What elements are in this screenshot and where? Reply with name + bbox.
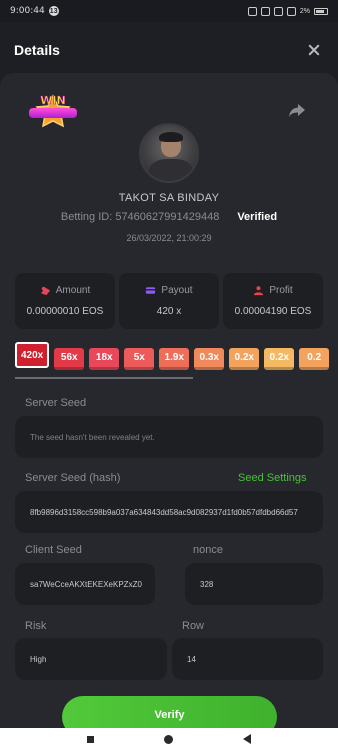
payout-card: Payout 420 x — [119, 273, 219, 329]
multiplier-strip: 420x 56x 18x 5x 1.9x 0.3x 0.2x 0.2x 0.2 — [15, 342, 338, 376]
multiplier-track — [15, 377, 193, 379]
amount-value: 0.00000010 EOS — [26, 306, 104, 317]
status-time: 9:00:44 — [10, 6, 45, 16]
risk-field[interactable]: High — [15, 638, 167, 680]
multiplier-chip: 420x — [15, 342, 50, 368]
client-seed-label: Client Seed — [25, 544, 82, 556]
seed-settings-link[interactable]: Seed Settings — [238, 472, 307, 484]
status-bar: 9:00:44 13 2% — [0, 0, 338, 22]
amount-card: Amount 0.00000010 EOS — [15, 273, 115, 329]
recents-icon[interactable] — [87, 735, 94, 743]
multiplier-chip: 0.3x — [194, 348, 225, 370]
profit-icon — [254, 286, 264, 296]
notification-count-badge: 13 — [48, 6, 59, 16]
multiplier-chip: 1.9x — [159, 348, 190, 370]
payout-value: 420 x — [156, 306, 182, 317]
battery-percent: 2% — [299, 7, 310, 15]
server-seed-hash-field[interactable]: 8fb9896d3158cc598b9a037a634843dd58ac9d08… — [15, 491, 323, 533]
share-icon[interactable] — [288, 103, 306, 119]
profit-card: Profit 0.00004190 EOS — [223, 273, 323, 329]
betting-id: Betting ID: 57460627991429448 — [60, 211, 220, 223]
username: TAKOT SA BINDAY — [118, 192, 220, 204]
system-nav-bar — [0, 728, 338, 750]
mute-icon — [247, 6, 257, 16]
verified-label: Verified — [237, 211, 278, 223]
multiplier-chip: 18x — [89, 348, 120, 370]
nonce-field[interactable]: 328 — [185, 563, 323, 605]
risk-label: Risk — [25, 620, 47, 632]
coins-icon — [40, 286, 50, 296]
multiplier-chip: 56x — [54, 348, 85, 370]
nonce-label: nonce — [193, 544, 223, 556]
profit-value: 0.00004190 EOS — [234, 306, 312, 317]
wifi-icon — [273, 6, 283, 16]
battery-icon — [314, 7, 328, 15]
amount-label: Amount — [55, 285, 91, 296]
row-field[interactable]: 14 — [172, 638, 323, 680]
status-icons: 2% — [247, 6, 328, 16]
details-header: Details — [0, 30, 338, 70]
multiplier-chip: 0.2 — [299, 348, 330, 370]
row-label: Row — [182, 620, 205, 632]
server-seed-field[interactable]: The seed hasn't been revealed yet. — [15, 416, 323, 458]
payout-label: Payout — [161, 285, 193, 296]
win-badge-text: WIN — [40, 94, 65, 107]
avatar — [139, 123, 199, 183]
stats-row: Amount 0.00000010 EOS Payout 420 x Profi… — [15, 273, 323, 329]
card-icon — [146, 287, 156, 294]
win-badge-icon: WIN — [29, 94, 77, 128]
multiplier-chip: 0.2x — [264, 348, 295, 370]
back-icon[interactable] — [243, 734, 251, 744]
bet-date: 26/03/2022, 21:00:29 — [126, 233, 212, 243]
home-icon[interactable] — [164, 734, 173, 744]
page-title: Details — [14, 42, 60, 58]
profit-label: Profit — [269, 285, 293, 296]
multiplier-chip: 0.2x — [229, 348, 260, 370]
multiplier-chip: 5x — [124, 348, 155, 370]
signal-icon — [286, 6, 296, 16]
alarm-icon — [260, 6, 270, 16]
bet-id-row: Betting ID: 57460627991429448 Verified — [0, 211, 338, 223]
server-seed-hash-label: Server Seed (hash) — [25, 472, 121, 484]
client-seed-field[interactable]: sa7WeCceAKXtEKEXeKPZxZ0 — [15, 563, 155, 605]
close-icon[interactable] — [304, 40, 324, 60]
server-seed-label: Server Seed — [25, 397, 87, 409]
